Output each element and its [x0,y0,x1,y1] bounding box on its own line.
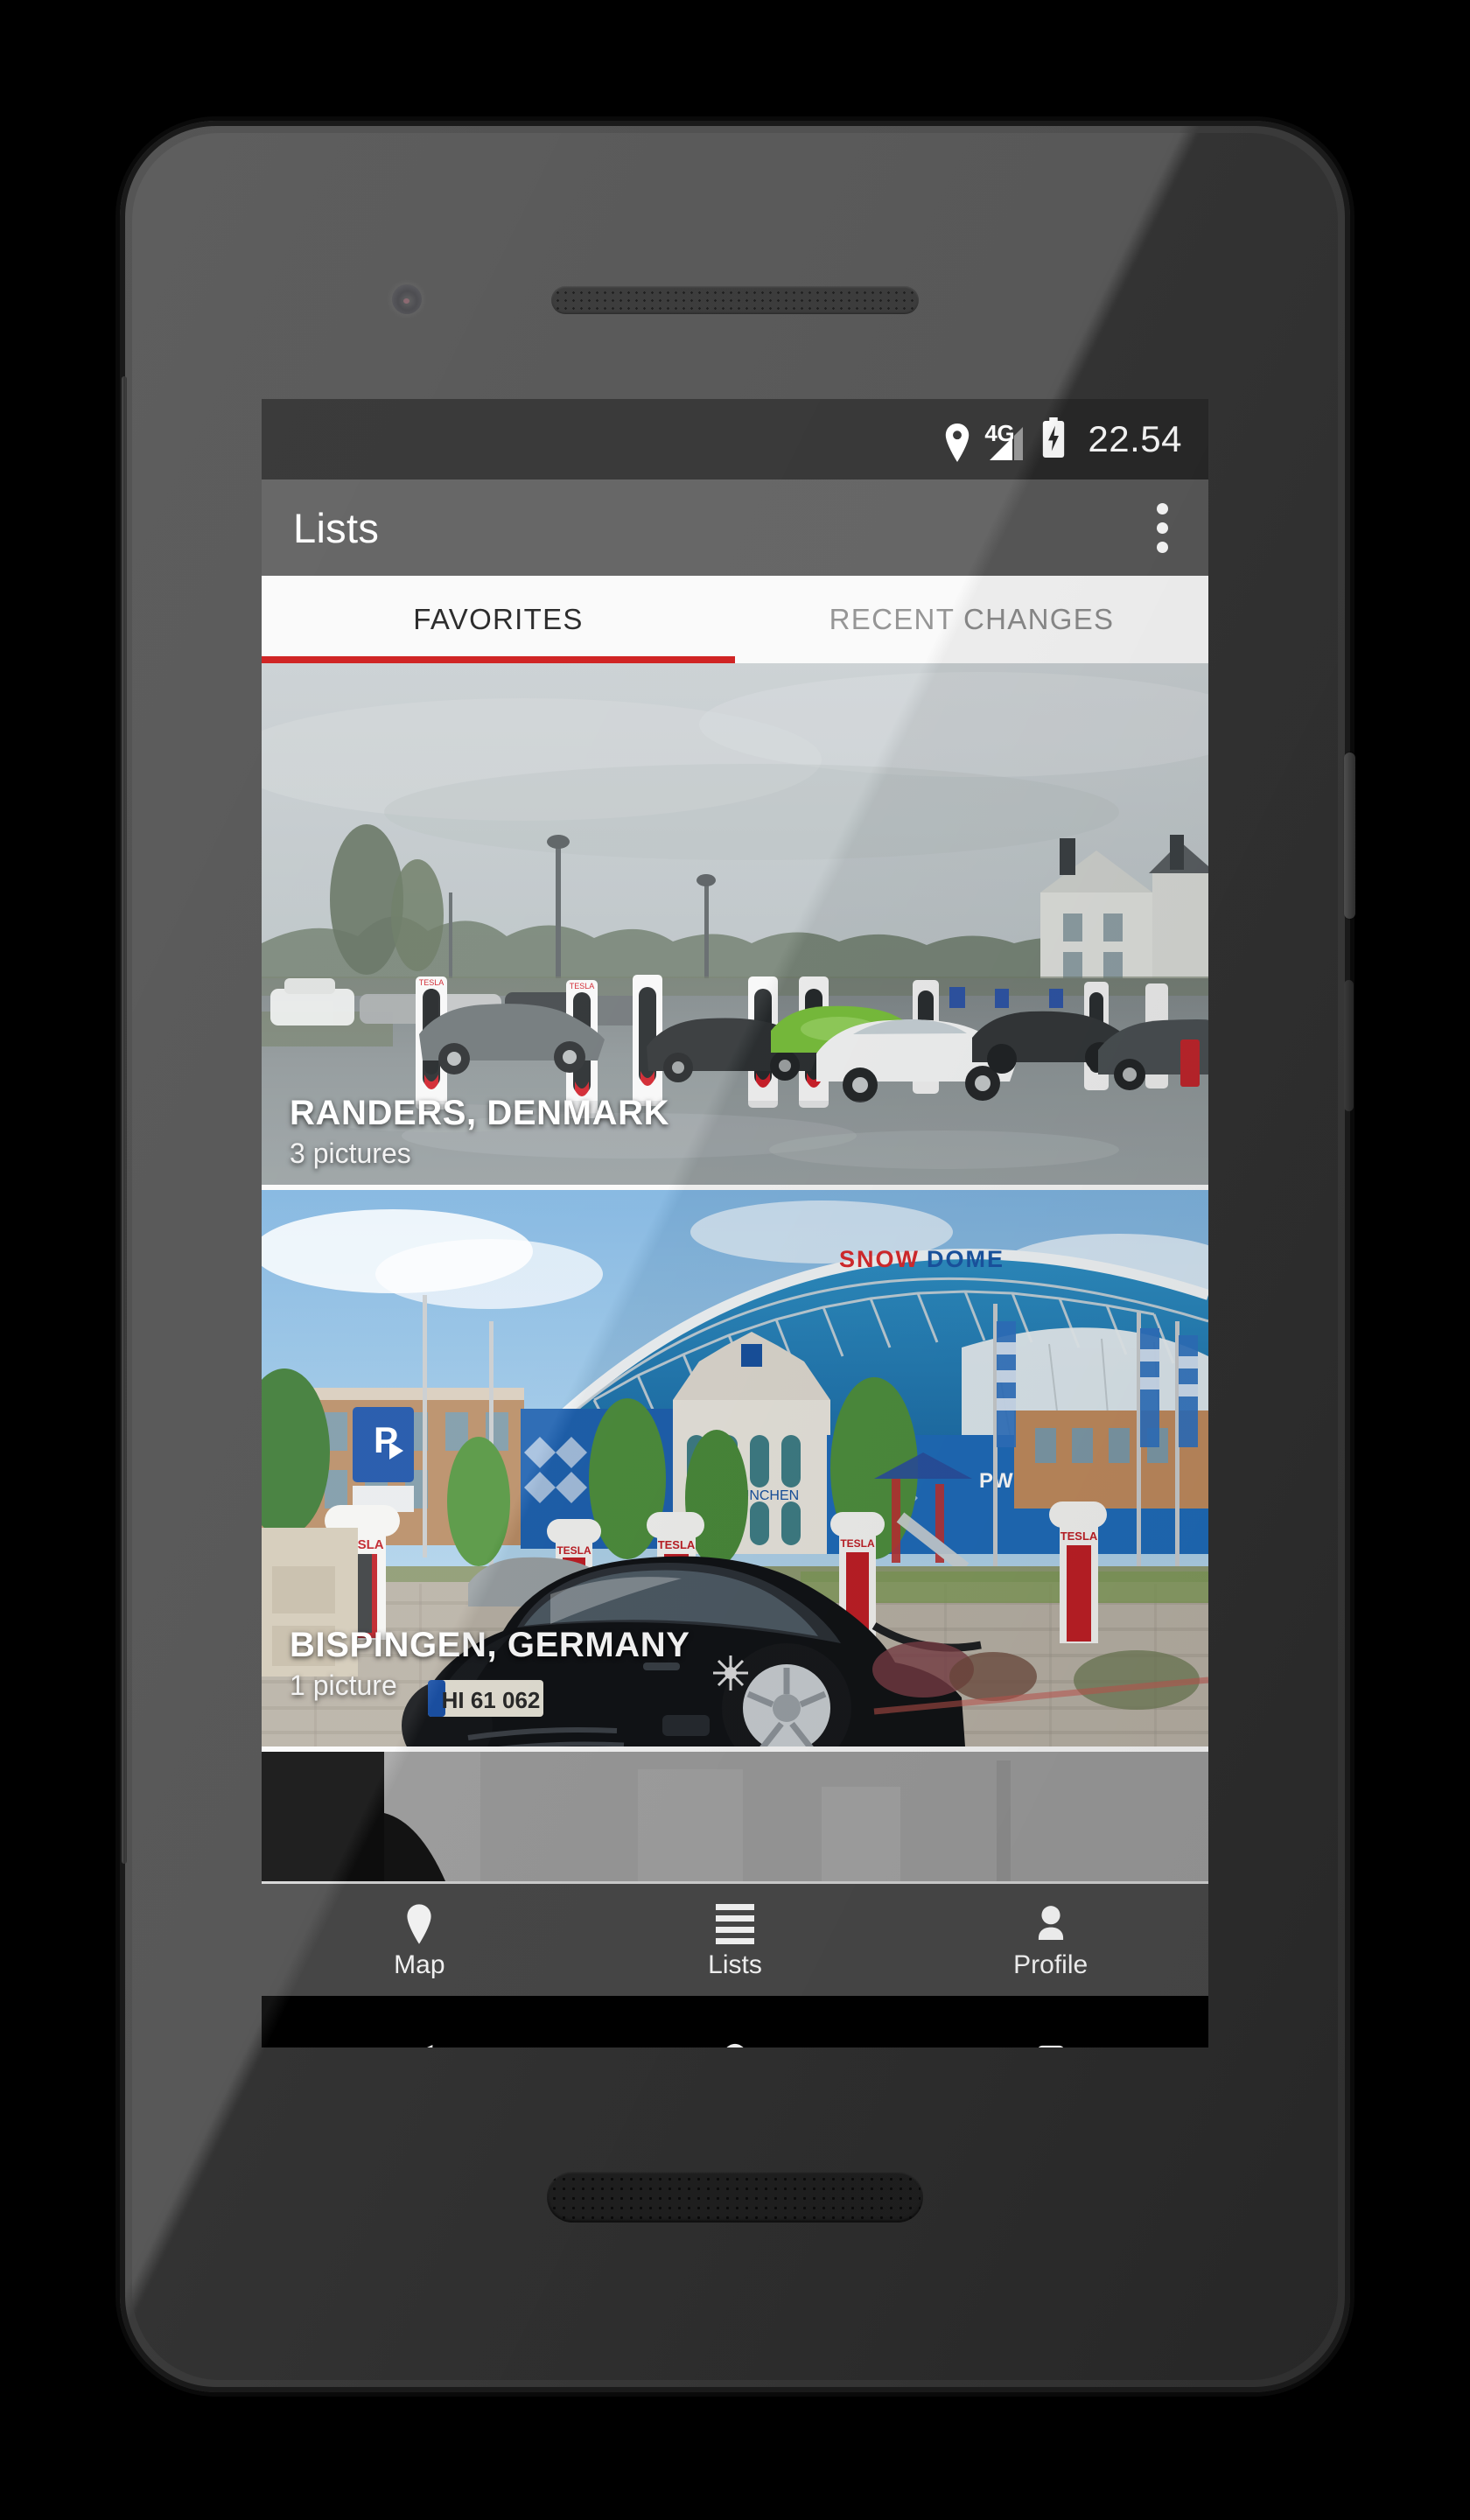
list-line [716,1915,754,1922]
earpiece-speaker [551,286,919,314]
earpiece-grille [554,289,916,312]
list-item[interactable]: SNOW DOME HB MÜNCHEN PWIRT P TESLA TESLA… [262,1190,1208,1746]
overflow-dot [1157,541,1168,553]
android-navigation-bar [262,1996,1208,2048]
nav-item-map[interactable]: Map [262,1901,578,1978]
status-bar-icons: 4G [942,416,1067,462]
bottom-speaker-grille [550,2174,920,2220]
tab-active-indicator [262,656,735,663]
overflow-menu-icon[interactable] [1143,491,1182,565]
bottom-navigation: Map Lists Profile [262,1881,1208,1996]
svg-text:TESLA: TESLA [1060,1530,1098,1543]
nav-item-lists-label: Lists [708,1950,762,1979]
list-item[interactable] [262,1752,1208,1881]
location-pin-icon [942,423,972,462]
status-bar-clock: 22.54 [1088,418,1182,459]
svg-text:TESLA: TESLA [658,1538,696,1551]
list-line [716,1904,754,1910]
android-recents-button[interactable] [892,2044,1208,2048]
phone-side-seam [122,376,127,1864]
nav-item-profile-label: Profile [1013,1950,1088,1979]
power-button[interactable] [1344,752,1355,919]
back-triangle-icon [399,2043,439,2048]
nav-item-profile[interactable]: Profile [892,1901,1208,1978]
screenshot-root: 4G 22.54 Lists FAVORITES RECENT CHANGES … [0,0,1470,2520]
card-caption: BISPINGEN, GERMANY 1 picture [262,1627,1208,1717]
svg-text:TESLA: TESLA [840,1537,875,1550]
card-title: BISPINGEN, GERMANY [290,1626,690,1665]
card-subtitle: 1 picture [290,1670,397,1702]
page-title: Lists [293,504,380,551]
battery-charging-icon [1040,416,1067,462]
person-icon [1032,1905,1069,1943]
recents-square-icon [1034,2044,1068,2048]
tab-favorites-label: FAVORITES [413,603,584,635]
tab-bar: FAVORITES RECENT CHANGES [262,576,1208,663]
tab-recent-changes-label: RECENT CHANGES [829,603,1115,635]
favorites-list[interactable]: TESLA TESLA RANDERS, DENMARK 3 pictures … [262,663,1208,1881]
front-camera-icon [392,284,422,314]
card-title: RANDERS, DENMARK [290,1094,670,1133]
svg-text:TESLA: TESLA [556,1544,592,1557]
list-lines-icon [716,1904,754,1944]
svg-text:TESLA: TESLA [419,978,444,987]
volume-button[interactable] [1344,980,1354,1111]
android-back-button[interactable] [262,2043,578,2048]
tab-recent-changes[interactable]: RECENT CHANGES [735,576,1208,663]
list-line [716,1938,754,1944]
overflow-dot [1157,502,1168,514]
svg-text:DOME: DOME [927,1246,1004,1272]
location-pin-icon [404,1904,434,1944]
tab-favorites[interactable]: FAVORITES [262,576,735,663]
svg-text:TESLA: TESLA [570,982,595,990]
card-subtitle: 3 pictures [290,1138,411,1170]
nav-item-lists[interactable]: Lists [578,1901,893,1978]
app-bar: Lists [262,480,1208,576]
svg-text:SNOW: SNOW [839,1246,920,1272]
phone-screen: 4G 22.54 Lists FAVORITES RECENT CHANGES … [262,399,1208,2048]
overflow-dot [1157,522,1168,534]
status-bar: 4G 22.54 [262,399,1208,480]
list-line [716,1927,754,1933]
nav-item-map-label: Map [394,1950,445,1979]
card-caption: RANDERS, DENMARK 3 pictures [262,1095,1208,1185]
android-home-button[interactable] [578,2042,893,2048]
signal-bars-icon: 4G [984,422,1026,462]
home-circle-icon [717,2042,753,2048]
list-item[interactable]: TESLA TESLA RANDERS, DENMARK 3 pictures [262,663,1208,1185]
bottom-speaker [547,2172,923,2222]
card-photo-partial [262,1752,1208,1881]
